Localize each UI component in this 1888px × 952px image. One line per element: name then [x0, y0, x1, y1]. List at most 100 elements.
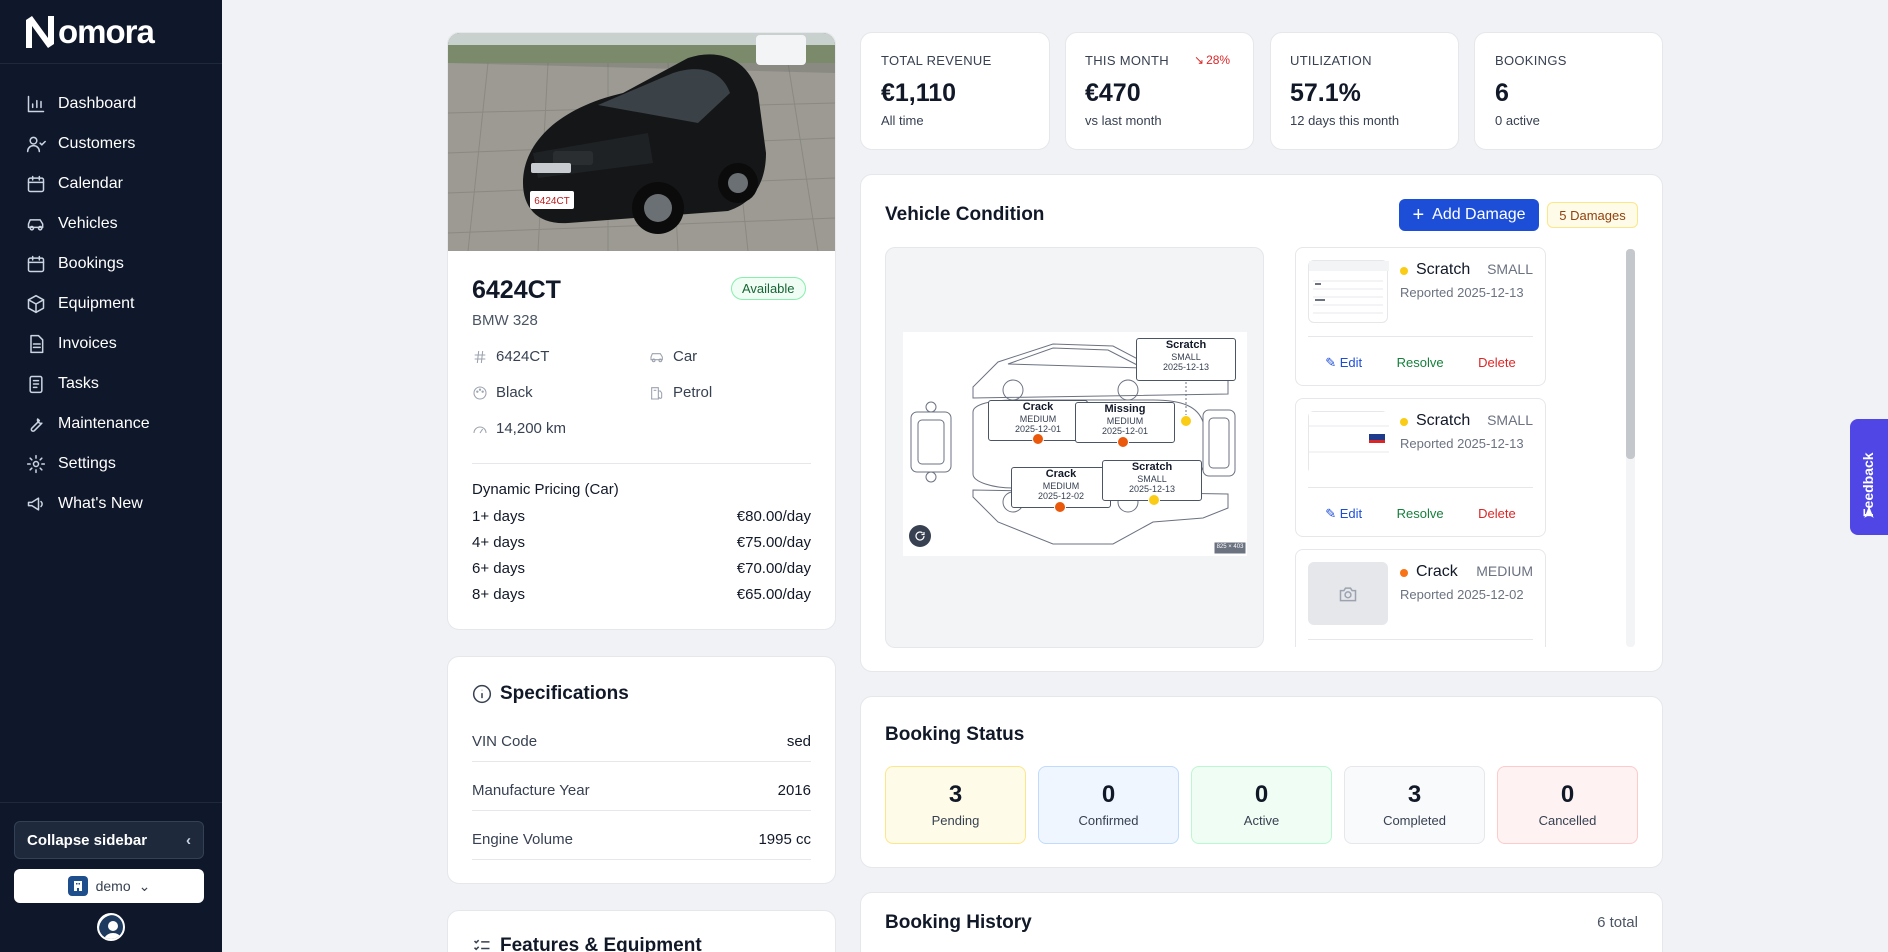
- tenant-name: demo: [95, 878, 131, 894]
- pencil-icon: ✎: [1325, 506, 1340, 521]
- vehicle-photo[interactable]: 6424CT: [448, 33, 835, 251]
- nav-item-whats-new[interactable]: What's New: [0, 484, 222, 524]
- delete-damage-button[interactable]: Delete: [1478, 355, 1516, 371]
- nav-item-settings[interactable]: Settings: [0, 444, 222, 484]
- damage-size: SMALL: [1487, 412, 1533, 428]
- photo-plate-text: 6424CT: [534, 196, 570, 207]
- status-badge: Available: [731, 277, 806, 300]
- stat-label: BOOKINGS: [1495, 53, 1567, 68]
- status-active[interactable]: 0 Active: [1191, 766, 1332, 844]
- nav-label: Vehicles: [58, 215, 118, 232]
- callout-type: Missing: [1104, 403, 1146, 415]
- scrollbar-thumb[interactable]: [1626, 249, 1635, 459]
- damage-photo-thumbnail[interactable]: [1308, 260, 1389, 323]
- spec-row: Manufacture Year 2016: [472, 782, 811, 799]
- status-count: 0: [1254, 781, 1269, 808]
- damage-diagram[interactable]: 825 × 403 Scratch SMALL 2025-12-13 Crack ME…: [903, 332, 1247, 556]
- main-nav: Dashboard Customers Calendar Vehicles Bo…: [0, 64, 222, 524]
- damage-reported: Reported 2025-12-02: [1400, 587, 1524, 602]
- tenant-switcher[interactable]: demo ⌄: [14, 869, 204, 903]
- damage-reported: Reported 2025-12-13: [1400, 436, 1524, 451]
- severity-dot: [1400, 569, 1408, 577]
- damage-type: Crack: [1416, 563, 1458, 580]
- status-label: Cancelled: [1538, 813, 1597, 828]
- status-label: Confirmed: [1078, 813, 1139, 828]
- add-damage-label: Add Damage: [1432, 206, 1526, 223]
- nav-label: What's New: [58, 495, 143, 512]
- damage-item: Scratch SMALL Reported 2025-12-13 ✎ Edit…: [1295, 398, 1546, 537]
- user-avatar[interactable]: [97, 913, 125, 941]
- damage-reported: Reported 2025-12-13: [1400, 285, 1524, 300]
- damage-callout[interactable]: Scratch SMALL 2025-12-13: [1136, 338, 1236, 381]
- no-photo-placeholder[interactable]: [1308, 562, 1388, 625]
- stat-sub: 12 days this month: [1290, 113, 1400, 128]
- nav-item-maintenance[interactable]: Maintenance: [0, 404, 222, 444]
- damage-marker[interactable]: [1032, 433, 1044, 445]
- nav-label: Settings: [58, 455, 116, 472]
- spec-value: 1995 cc: [758, 831, 811, 848]
- divider: [472, 810, 811, 811]
- resolve-damage-button[interactable]: Resolve: [1397, 355, 1444, 371]
- stat-value: €470: [1085, 79, 1141, 107]
- resolve-damage-button[interactable]: Resolve: [1397, 506, 1444, 522]
- features-header: Features & Equipment: [472, 935, 702, 952]
- nav-item-tasks[interactable]: Tasks: [0, 364, 222, 404]
- severity-dot: [1400, 267, 1408, 275]
- edit-damage-button[interactable]: ✎ Edit: [1325, 355, 1362, 371]
- price-label: 4+ days: [472, 534, 525, 551]
- nav-item-dashboard[interactable]: Dashboard: [0, 84, 222, 124]
- damage-list-scrollbar[interactable]: [1626, 249, 1635, 647]
- nav-label: Equipment: [58, 295, 135, 312]
- damage-photo-thumbnail[interactable]: [1308, 411, 1389, 475]
- nav-item-vehicles[interactable]: Vehicles: [0, 204, 222, 244]
- logo[interactable]: omora: [0, 0, 222, 64]
- clipboard-icon: [29, 375, 43, 394]
- features-title: Features & Equipment: [500, 935, 702, 952]
- damage-marker[interactable]: [1148, 494, 1160, 506]
- damage-marker[interactable]: [1117, 436, 1129, 448]
- logo-text: omora: [58, 12, 155, 50]
- status-confirmed[interactable]: 0 Confirmed: [1038, 766, 1179, 844]
- collapse-sidebar-button[interactable]: Collapse sidebar ‹: [14, 821, 204, 859]
- booking-status-title: Booking Status: [885, 724, 1025, 745]
- status-completed[interactable]: 3 Completed: [1344, 766, 1485, 844]
- feedback-tab[interactable]: Feedback: [1850, 419, 1888, 535]
- spec-label: Manufacture Year: [472, 782, 590, 799]
- palette-icon: [473, 385, 487, 400]
- add-damage-button[interactable]: + Add Damage: [1399, 199, 1539, 231]
- gear-icon: [26, 454, 46, 474]
- damage-marker[interactable]: [1054, 501, 1066, 513]
- price-row: 6+ days €70.00/day: [472, 560, 811, 577]
- severity-dot: [1400, 418, 1408, 426]
- callout-type: Scratch: [1165, 339, 1207, 351]
- nav-item-customers[interactable]: Customers: [0, 124, 222, 164]
- divider: [472, 859, 811, 860]
- callout-size: MEDIUM: [1106, 416, 1144, 426]
- reset-view-button[interactable]: [909, 525, 931, 547]
- nav-label: Maintenance: [58, 415, 150, 432]
- status-cancelled[interactable]: 0 Cancelled: [1497, 766, 1638, 844]
- spec-value: 2016: [777, 782, 811, 799]
- pricing-title: Dynamic Pricing (Car): [472, 481, 619, 498]
- nav-item-bookings[interactable]: Bookings: [0, 244, 222, 284]
- specifications-title: Specifications: [500, 683, 629, 704]
- nav-item-invoices[interactable]: Invoices: [0, 324, 222, 364]
- status-label: Pending: [931, 813, 980, 828]
- edit-damage-button[interactable]: ✎ Edit: [1325, 506, 1362, 522]
- stat-sub: vs last month: [1085, 113, 1162, 128]
- detail-plate-value: 6424CT: [496, 348, 550, 365]
- status-count: 3: [1407, 781, 1422, 808]
- logo-mark-icon: [26, 15, 54, 48]
- nav-item-calendar[interactable]: Calendar: [0, 164, 222, 204]
- nav-item-equipment[interactable]: Equipment: [0, 284, 222, 324]
- wrench-icon: [30, 418, 43, 432]
- status-count: 0: [1101, 781, 1116, 808]
- damage-marker[interactable]: [1180, 415, 1192, 427]
- spec-label: VIN Code: [472, 733, 538, 750]
- nav-label: Customers: [58, 135, 136, 152]
- detail-color-value: Black: [496, 384, 533, 401]
- damage-size: SMALL: [1487, 261, 1533, 277]
- edit-label: Edit: [1339, 355, 1363, 370]
- status-pending[interactable]: 3 Pending: [885, 766, 1026, 844]
- delete-damage-button[interactable]: Delete: [1478, 506, 1516, 522]
